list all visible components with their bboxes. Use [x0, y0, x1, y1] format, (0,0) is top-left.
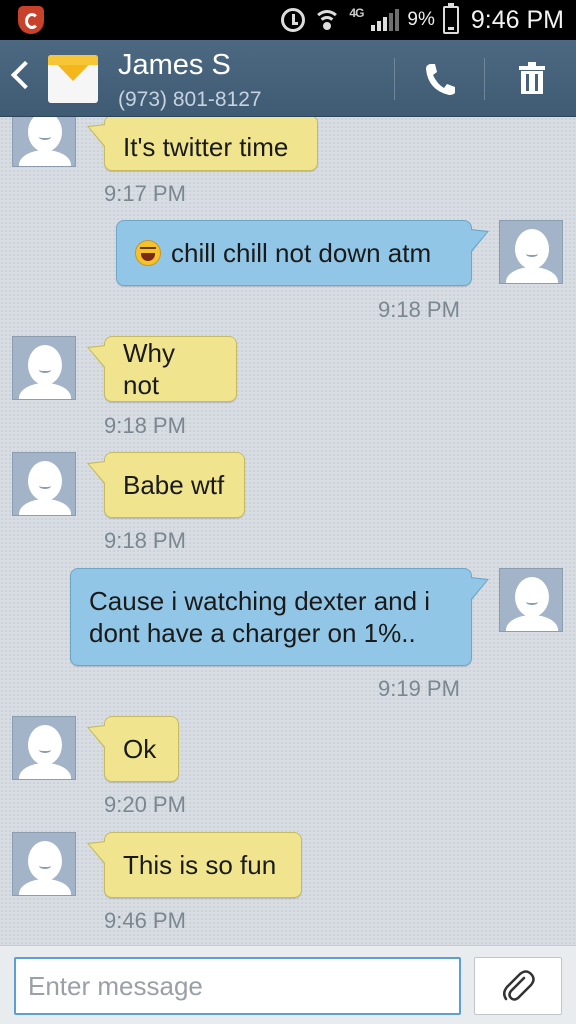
- message-text: This is so fun: [123, 850, 277, 880]
- alarm-icon: [281, 8, 306, 32]
- status-time: 9:46 PM: [470, 5, 564, 34]
- incoming-message-bubble[interactable]: Why not: [87, 336, 237, 402]
- header-divider: [394, 58, 395, 100]
- user-avatar[interactable]: [499, 568, 563, 632]
- battery-icon: [442, 3, 459, 34]
- message-input[interactable]: [14, 957, 461, 1015]
- user-avatar[interactable]: [499, 220, 563, 284]
- contact-avatar[interactable]: [12, 117, 76, 167]
- message-text: Babe wtf: [123, 470, 225, 500]
- attach-button[interactable]: [474, 957, 562, 1015]
- message-list[interactable]: It's twitter time 9:17 PM chill chill no…: [0, 117, 576, 945]
- conversation-header: James S (973) 801-8127: [0, 40, 576, 117]
- message-timestamp: 9:18 PM: [104, 528, 186, 553]
- network-type: 4G: [349, 6, 364, 20]
- message-text: Why not: [123, 338, 175, 400]
- contact-avatar[interactable]: [12, 452, 76, 516]
- composer-bar: [0, 945, 576, 1024]
- outgoing-message-bubble[interactable]: Cause i watching dexter and i dont have …: [70, 568, 489, 666]
- battery-percent: 9%: [407, 9, 435, 30]
- message-timestamp: 9:20 PM: [104, 792, 186, 817]
- message-timestamp: 9:18 PM: [378, 297, 460, 322]
- back-icon[interactable]: [10, 60, 40, 90]
- incoming-message-bubble[interactable]: Ok: [87, 716, 179, 782]
- header-divider: [484, 58, 485, 100]
- message-timestamp: 9:19 PM: [378, 676, 460, 701]
- envelope-icon: [48, 55, 98, 103]
- call-button[interactable]: [400, 40, 480, 117]
- message-text: It's twitter time: [123, 132, 289, 162]
- contact-avatar[interactable]: [12, 832, 76, 896]
- phone-icon: [426, 64, 455, 95]
- message-timestamp: 9:18 PM: [104, 413, 186, 438]
- contact-name: James S: [118, 49, 231, 81]
- contact-number: (973) 801-8127: [118, 88, 262, 111]
- security-app-icon: [18, 6, 44, 34]
- wifi-icon: [313, 8, 342, 32]
- laughing-emoji-icon: [135, 240, 161, 266]
- contact-avatar[interactable]: [12, 716, 76, 780]
- incoming-message-bubble[interactable]: This is so fun: [87, 832, 302, 898]
- message-text: Cause i watching dexter and i dont have …: [89, 586, 431, 648]
- contact-avatar[interactable]: [12, 336, 76, 400]
- incoming-message-bubble[interactable]: It's twitter time: [87, 117, 318, 171]
- incoming-message-bubble[interactable]: Babe wtf: [87, 452, 245, 518]
- message-text: chill chill not down atm: [171, 238, 432, 268]
- status-bar: 4G 9% 9:46 PM: [0, 0, 576, 40]
- paperclip-icon: [503, 970, 535, 1001]
- outgoing-message-bubble[interactable]: chill chill not down atm: [116, 220, 489, 286]
- message-text: Ok: [123, 734, 157, 764]
- trash-icon: [519, 62, 545, 94]
- message-timestamp: 9:46 PM: [104, 908, 186, 933]
- delete-button[interactable]: [490, 40, 576, 117]
- signal-icon: [371, 9, 400, 31]
- message-timestamp: 9:17 PM: [104, 181, 186, 206]
